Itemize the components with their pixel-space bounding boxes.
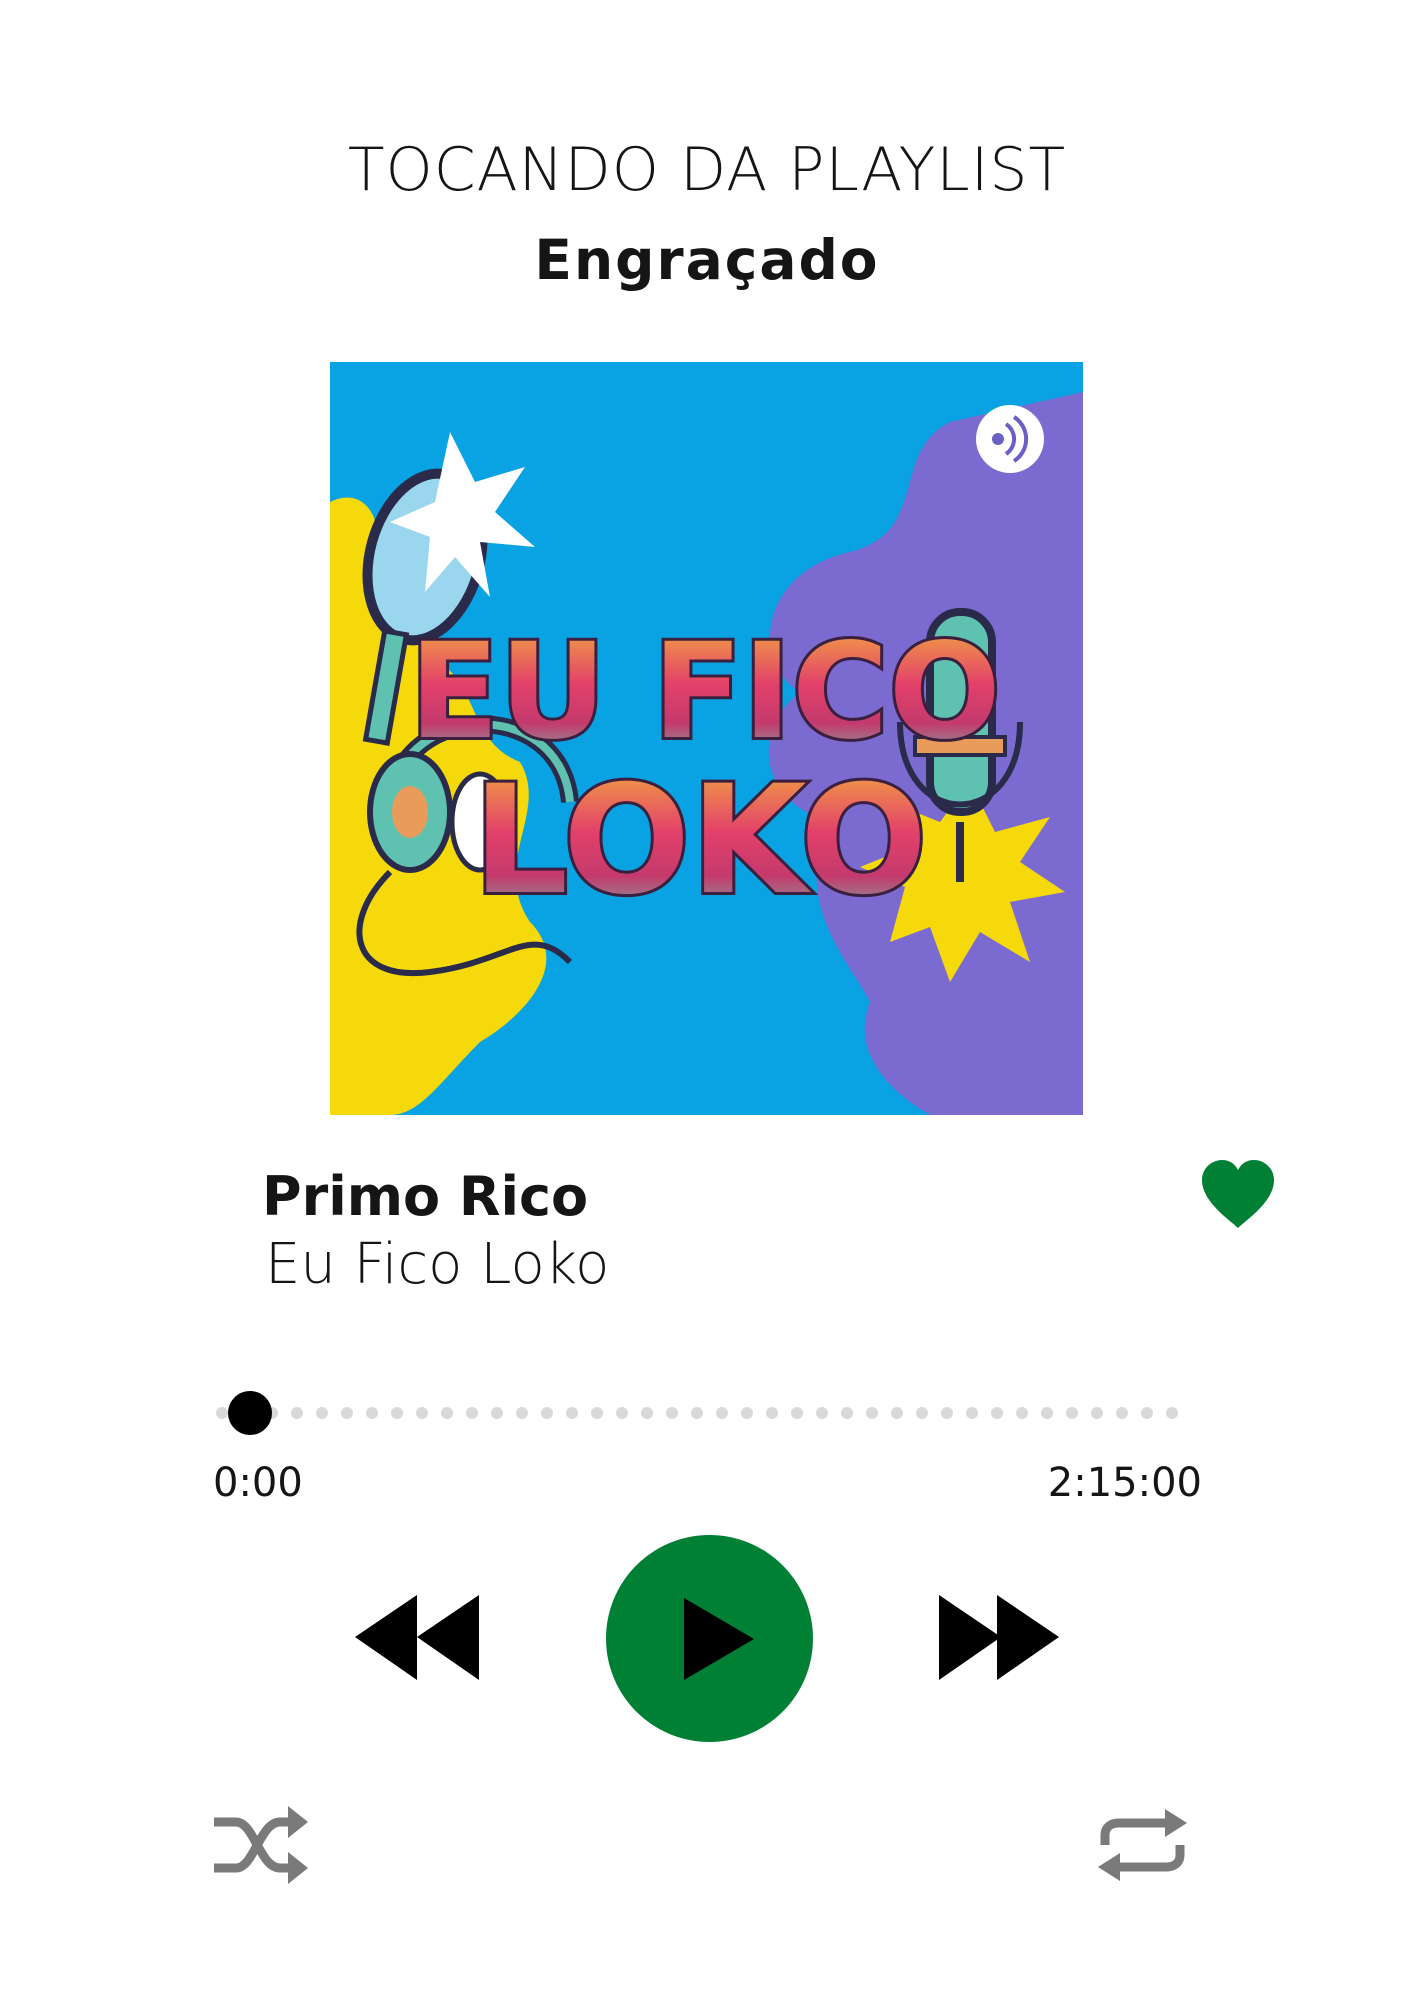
progress-dot [941, 1407, 953, 1419]
fast-forward-icon [939, 1595, 1059, 1680]
rewind-button[interactable] [355, 1595, 485, 1680]
progress-dot [341, 1407, 353, 1419]
progress-dot [416, 1407, 428, 1419]
rewind-icon [355, 1595, 479, 1680]
repeat-button[interactable] [1095, 1805, 1190, 1885]
progress-dot [966, 1407, 978, 1419]
progress-dot [616, 1407, 628, 1419]
total-time: 2:15:00 [1047, 1460, 1202, 1506]
album-cover-art: EU FICO LOKO [330, 362, 1083, 1115]
playlist-name[interactable]: Engraçado [0, 228, 1414, 292]
progress-dot [991, 1407, 1003, 1419]
progress-dot [766, 1407, 778, 1419]
like-button[interactable] [1200, 1160, 1276, 1230]
progress-handle[interactable] [228, 1391, 272, 1435]
track-title[interactable]: Primo Rico [262, 1165, 588, 1228]
progress-dot [641, 1407, 653, 1419]
progress-dot [691, 1407, 703, 1419]
progress-dot [316, 1407, 328, 1419]
progress-dot [1166, 1407, 1178, 1419]
progress-dot [891, 1407, 903, 1419]
now-playing-label: TOCANDO DA PLAYLIST [347, 135, 1067, 205]
progress-bar[interactable] [212, 1390, 1202, 1436]
progress-dot [491, 1407, 503, 1419]
album-cover: EU FICO LOKO [330, 362, 1083, 1115]
track-artist[interactable]: Eu Fico Loko [265, 1232, 609, 1297]
progress-dot [866, 1407, 878, 1419]
heart-icon [1202, 1160, 1274, 1228]
play-button[interactable] [606, 1535, 813, 1742]
progress-dot [1016, 1407, 1028, 1419]
shuffle-icon [214, 1806, 308, 1884]
progress-dot [541, 1407, 553, 1419]
progress-dot [1141, 1407, 1153, 1419]
shuffle-button[interactable] [210, 1800, 310, 1890]
progress-dot [1116, 1407, 1128, 1419]
repeat-icon [1098, 1809, 1187, 1881]
progress-dot [1066, 1407, 1078, 1419]
play-icon [684, 1598, 754, 1680]
progress-dot [566, 1407, 578, 1419]
progress-dot [791, 1407, 803, 1419]
progress-dot [391, 1407, 403, 1419]
current-time: 0:00 [213, 1460, 303, 1506]
progress-dot [1041, 1407, 1053, 1419]
cover-title-line1: EU FICO [409, 615, 1001, 769]
progress-dot [216, 1407, 228, 1419]
progress-dot [666, 1407, 678, 1419]
fast-forward-button[interactable] [935, 1595, 1065, 1680]
progress-dot [366, 1407, 378, 1419]
progress-dot [741, 1407, 753, 1419]
progress-dot [291, 1407, 303, 1419]
progress-dot [441, 1407, 453, 1419]
progress-dot [716, 1407, 728, 1419]
progress-dot [1091, 1407, 1103, 1419]
progress-track [216, 1391, 1178, 1435]
progress-dot [466, 1407, 478, 1419]
progress-dot [916, 1407, 928, 1419]
progress-dot [841, 1407, 853, 1419]
progress-dot [516, 1407, 528, 1419]
cover-title-line2: LOKO [473, 754, 928, 928]
progress-dot [591, 1407, 603, 1419]
progress-dot [816, 1407, 828, 1419]
